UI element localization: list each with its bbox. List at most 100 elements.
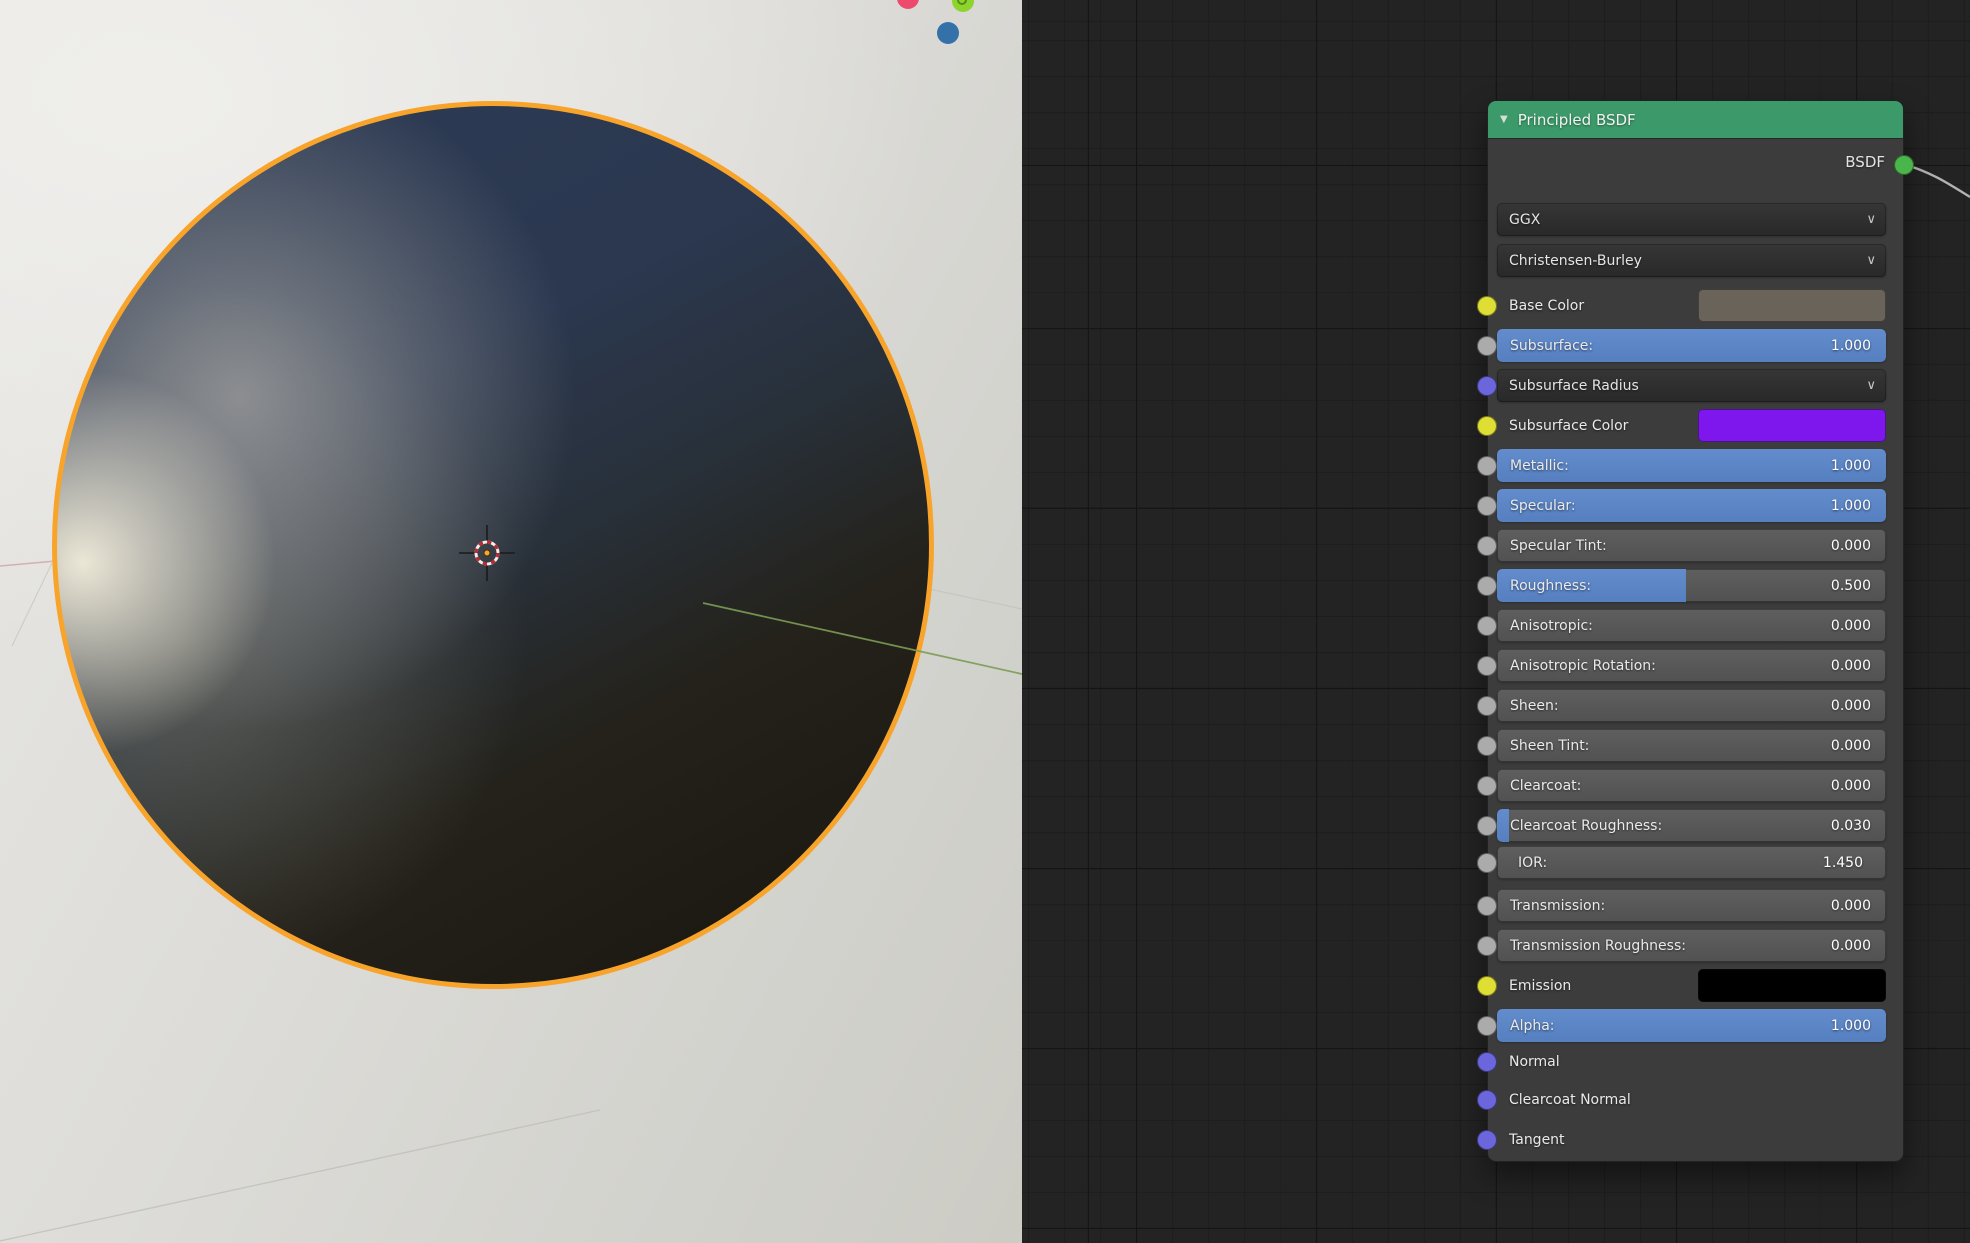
color-label: Base Color	[1509, 298, 1584, 314]
color-swatch-subsurface-color[interactable]	[1698, 409, 1886, 442]
row-metallic[interactable]: Metallic: 1.000	[1497, 449, 1886, 482]
input-socket-anisotropic[interactable]	[1477, 616, 1497, 636]
collapse-triangle-icon[interactable]: ▼	[1500, 114, 1508, 125]
row-clearcoat-normal: Clearcoat Normal	[1497, 1089, 1886, 1111]
input-socket-base-color[interactable]	[1477, 296, 1497, 316]
row-anisotropic[interactable]: Anisotropic:0.000	[1497, 609, 1886, 642]
row-subsurface-color[interactable]: Subsurface Color	[1497, 409, 1886, 442]
slider-value: 1.000	[1831, 1018, 1871, 1034]
chevron-down-icon: ∨	[1866, 377, 1876, 392]
slider-label: Sheen:	[1510, 698, 1559, 714]
bsdf-output-socket[interactable]	[1894, 155, 1914, 175]
row-clearcoat[interactable]: Clearcoat:0.000	[1497, 769, 1886, 802]
row-alpha[interactable]: Alpha: 1.000	[1497, 1009, 1886, 1042]
slider-value: 1.000	[1831, 458, 1871, 474]
input-socket-emission[interactable]	[1477, 976, 1497, 996]
slider-alpha[interactable]: Alpha: 1.000	[1497, 1009, 1886, 1042]
row-subsurface[interactable]: Subsurface:1.000	[1497, 329, 1886, 362]
slider-value: 0.000	[1831, 538, 1871, 554]
row-sheen[interactable]: Sheen:0.000	[1497, 689, 1886, 722]
color-swatch-base-color[interactable]	[1698, 289, 1886, 322]
node-header[interactable]: ▼ Principled BSDF	[1488, 101, 1903, 138]
socket-label: Normal	[1509, 1054, 1560, 1070]
input-socket-sheen-tint[interactable]	[1477, 736, 1497, 756]
principled-bsdf-node[interactable]: ▼ Principled BSDF BSDF GGX∨Christensen-B…	[1487, 100, 1904, 1162]
chevron-down-icon: ∨	[1866, 211, 1876, 226]
input-socket-transmission-roughness[interactable]	[1477, 936, 1497, 956]
socket-label: Clearcoat Normal	[1509, 1092, 1631, 1108]
input-socket-ior[interactable]	[1477, 853, 1497, 873]
slider-roughness[interactable]: Roughness:0.500	[1497, 569, 1886, 602]
slider-label: Alpha:	[1510, 1018, 1555, 1034]
slider-label: Clearcoat:	[1510, 778, 1581, 794]
input-socket-subsurface-radius[interactable]	[1477, 376, 1497, 396]
gizmo-axis-glyph	[957, 0, 967, 5]
slider-label: Subsurface:	[1510, 338, 1593, 354]
number-value: 1.450	[1823, 855, 1863, 871]
row-clearcoat-roughness[interactable]: Clearcoat Roughness:0.030	[1497, 809, 1886, 842]
dropdown-christensen-burley[interactable]: Christensen-Burley∨	[1497, 244, 1886, 277]
node-title: Principled BSDF	[1518, 111, 1636, 129]
dropdown-value: GGX	[1509, 212, 1540, 228]
input-socket-specular-tint[interactable]	[1477, 536, 1497, 556]
slider-sheen-tint[interactable]: Sheen Tint: 0.000	[1497, 729, 1886, 762]
shader-node-editor[interactable]: ▼ Principled BSDF BSDF GGX∨Christensen-B…	[1022, 0, 1970, 1243]
slider-metallic[interactable]: Metallic: 1.000	[1497, 449, 1886, 482]
slider-anisotropic[interactable]: Anisotropic:0.000	[1497, 609, 1886, 642]
slider-transmission[interactable]: Transmission:0.000	[1497, 889, 1886, 922]
slider-value: 1.000	[1831, 498, 1871, 514]
slider-label: Transmission Roughness:	[1510, 938, 1686, 954]
row-transmission[interactable]: Transmission:0.000	[1497, 889, 1886, 922]
row-normal: Normal	[1497, 1051, 1886, 1073]
input-socket-subsurface-color[interactable]	[1477, 416, 1497, 436]
row-specular[interactable]: Specular: 1.000	[1497, 489, 1886, 522]
row-roughness[interactable]: Roughness:0.500	[1497, 569, 1886, 602]
input-socket-sheen[interactable]	[1477, 696, 1497, 716]
row-anisotropic-rotation[interactable]: Anisotropic Rotation:0.000	[1497, 649, 1886, 682]
row-sheen-tint[interactable]: Sheen Tint: 0.000	[1497, 729, 1886, 762]
slider-label: Metallic:	[1510, 458, 1569, 474]
gizmo-axis-z-ball[interactable]	[937, 22, 959, 44]
row-ggx[interactable]: GGX ∨	[1497, 203, 1886, 236]
row-emission[interactable]: Emission	[1497, 969, 1886, 1002]
row-christensen-burley[interactable]: Christensen-Burley∨	[1497, 244, 1886, 277]
slider-value: 0.000	[1831, 658, 1871, 674]
input-socket-metallic[interactable]	[1477, 456, 1497, 476]
input-socket-normal[interactable]	[1477, 1052, 1497, 1072]
slider-specular[interactable]: Specular: 1.000	[1497, 489, 1886, 522]
number-field-ior[interactable]: IOR: 1.450	[1497, 846, 1886, 879]
row-specular-tint[interactable]: Specular Tint:0.000	[1497, 529, 1886, 562]
dropdown-ggx[interactable]: GGX ∨	[1497, 203, 1886, 236]
slider-specular-tint[interactable]: Specular Tint:0.000	[1497, 529, 1886, 562]
color-swatch-emission[interactable]	[1698, 969, 1886, 1002]
dropdown-subsurface-radius[interactable]: Subsurface Radius∨	[1497, 369, 1886, 402]
slider-label: Sheen Tint:	[1510, 738, 1589, 754]
input-socket-clearcoat[interactable]	[1477, 776, 1497, 796]
input-socket-transmission[interactable]	[1477, 896, 1497, 916]
color-label: Subsurface Color	[1509, 418, 1628, 434]
slider-value: 0.000	[1831, 938, 1871, 954]
slider-clearcoat-roughness[interactable]: Clearcoat Roughness:0.030	[1497, 809, 1886, 842]
input-socket-specular[interactable]	[1477, 496, 1497, 516]
slider-label: Specular:	[1510, 498, 1576, 514]
slider-transmission-roughness[interactable]: Transmission Roughness: 0.000	[1497, 929, 1886, 962]
slider-subsurface[interactable]: Subsurface:1.000	[1497, 329, 1886, 362]
viewport-3d[interactable]	[0, 0, 1022, 1243]
input-socket-tangent[interactable]	[1477, 1130, 1497, 1150]
number-label: IOR:	[1518, 855, 1547, 871]
input-socket-anisotropic-rotation[interactable]	[1477, 656, 1497, 676]
row-transmission-roughness[interactable]: Transmission Roughness: 0.000	[1497, 929, 1886, 962]
row-base-color[interactable]: Base Color	[1497, 289, 1886, 322]
input-socket-clearcoat-normal[interactable]	[1477, 1090, 1497, 1110]
row-ior[interactable]: IOR: 1.450	[1497, 846, 1886, 879]
slider-clearcoat[interactable]: Clearcoat:0.000	[1497, 769, 1886, 802]
input-socket-subsurface[interactable]	[1477, 336, 1497, 356]
slider-anisotropic-rotation[interactable]: Anisotropic Rotation:0.000	[1497, 649, 1886, 682]
slider-value: 0.000	[1831, 738, 1871, 754]
3d-cursor	[459, 525, 515, 581]
slider-sheen[interactable]: Sheen:0.000	[1497, 689, 1886, 722]
input-socket-roughness[interactable]	[1477, 576, 1497, 596]
input-socket-clearcoat-roughness[interactable]	[1477, 816, 1497, 836]
input-socket-alpha[interactable]	[1477, 1016, 1497, 1036]
row-subsurface-radius[interactable]: Subsurface Radius∨	[1497, 369, 1886, 402]
